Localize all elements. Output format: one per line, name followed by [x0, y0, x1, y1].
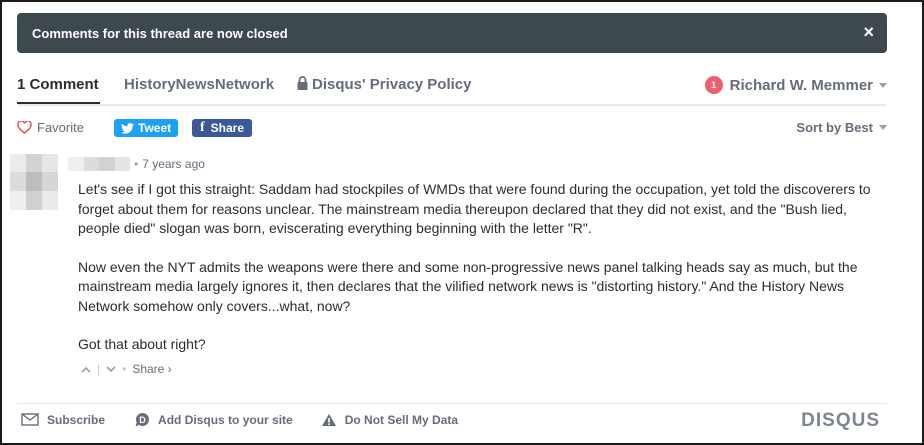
disqus-icon: D: [135, 413, 150, 427]
tab-community[interactable]: HistoryNewsNetwork: [124, 76, 274, 93]
add-disqus-label: Add Disqus to your site: [158, 412, 293, 427]
tab-comments[interactable]: 1 Comment: [17, 76, 99, 93]
disqus-widget: Comments for this thread are now closed …: [0, 0, 924, 445]
tweet-button[interactable]: Tweet: [114, 119, 179, 137]
author-name-redacted[interactable]: [68, 157, 130, 171]
tab-privacy-policy[interactable]: Disqus' Privacy Policy: [297, 76, 471, 93]
notification-badge[interactable]: 1: [704, 76, 723, 94]
meta-separator: •: [122, 362, 127, 376]
comment-meta: • 7 years ago: [68, 157, 205, 171]
favorite-label: Favorite: [37, 120, 84, 135]
favorite-button[interactable]: Favorite: [17, 120, 84, 135]
comment-share-link[interactable]: Share ›: [132, 362, 171, 376]
footer-divider: [17, 403, 887, 404]
do-not-sell-link[interactable]: Do Not Sell My Data: [321, 413, 458, 427]
warning-icon: [321, 413, 336, 426]
banner-text: Comments for this thread are now closed: [32, 25, 288, 41]
envelope-icon: [21, 413, 39, 426]
subscribe-label: Subscribe: [47, 412, 106, 427]
downvote-icon[interactable]: [106, 365, 116, 373]
chevron-down-icon: [879, 82, 887, 88]
facebook-icon: f: [200, 120, 205, 135]
sort-dropdown[interactable]: Sort by Best: [796, 120, 887, 135]
tweet-label: Tweet: [138, 121, 172, 135]
heart-icon: [17, 121, 32, 134]
footer: Subscribe D Add Disqus to your site Do N…: [21, 412, 458, 427]
chevron-down-icon: [879, 125, 887, 130]
disqus-logo[interactable]: DISQUS: [801, 410, 880, 432]
comment-paragraph: Got that about right?: [78, 336, 206, 352]
nav-tabs: 1 Comment HistoryNewsNetwork Disqus' Pri…: [17, 68, 887, 106]
svg-text:D: D: [139, 415, 146, 425]
comments-closed-banner: Comments for this thread are now closed …: [17, 13, 887, 53]
subscribe-link[interactable]: Subscribe: [21, 413, 105, 427]
vote-divider: |: [97, 362, 101, 376]
facebook-share-label: Share: [210, 121, 245, 135]
meta-separator: •: [134, 157, 139, 171]
facebook-share-button[interactable]: f Share: [192, 119, 253, 137]
user-name: Richard W. Memmer: [729, 76, 873, 94]
comment-actions: | • Share ›: [81, 362, 172, 376]
sort-label: Sort by Best: [796, 120, 873, 135]
comment-timestamp[interactable]: 7 years ago: [142, 157, 205, 171]
lock-icon: [297, 76, 308, 90]
do-not-sell-label: Do Not Sell My Data: [344, 412, 459, 427]
add-disqus-link[interactable]: D Add Disqus to your site: [135, 412, 293, 427]
comment-paragraph: Now even the NYT admits the weapons were…: [78, 258, 858, 314]
thread-toolbar: Favorite Tweet f Share Sort by Best: [17, 118, 887, 140]
privacy-label: Disqus' Privacy Policy: [312, 76, 472, 93]
upvote-icon[interactable]: [81, 366, 91, 373]
active-tab-underline: [17, 102, 100, 104]
user-menu[interactable]: 1 Richard W. Memmer: [704, 76, 887, 94]
twitter-bird-icon: [121, 122, 134, 134]
comment-paragraph: Let's see if I got this straight: Saddam…: [78, 181, 871, 236]
close-icon[interactable]: ×: [863, 22, 874, 42]
comment-body: Let's see if I got this straight: Saddam…: [78, 180, 888, 374]
avatar[interactable]: [10, 154, 58, 210]
